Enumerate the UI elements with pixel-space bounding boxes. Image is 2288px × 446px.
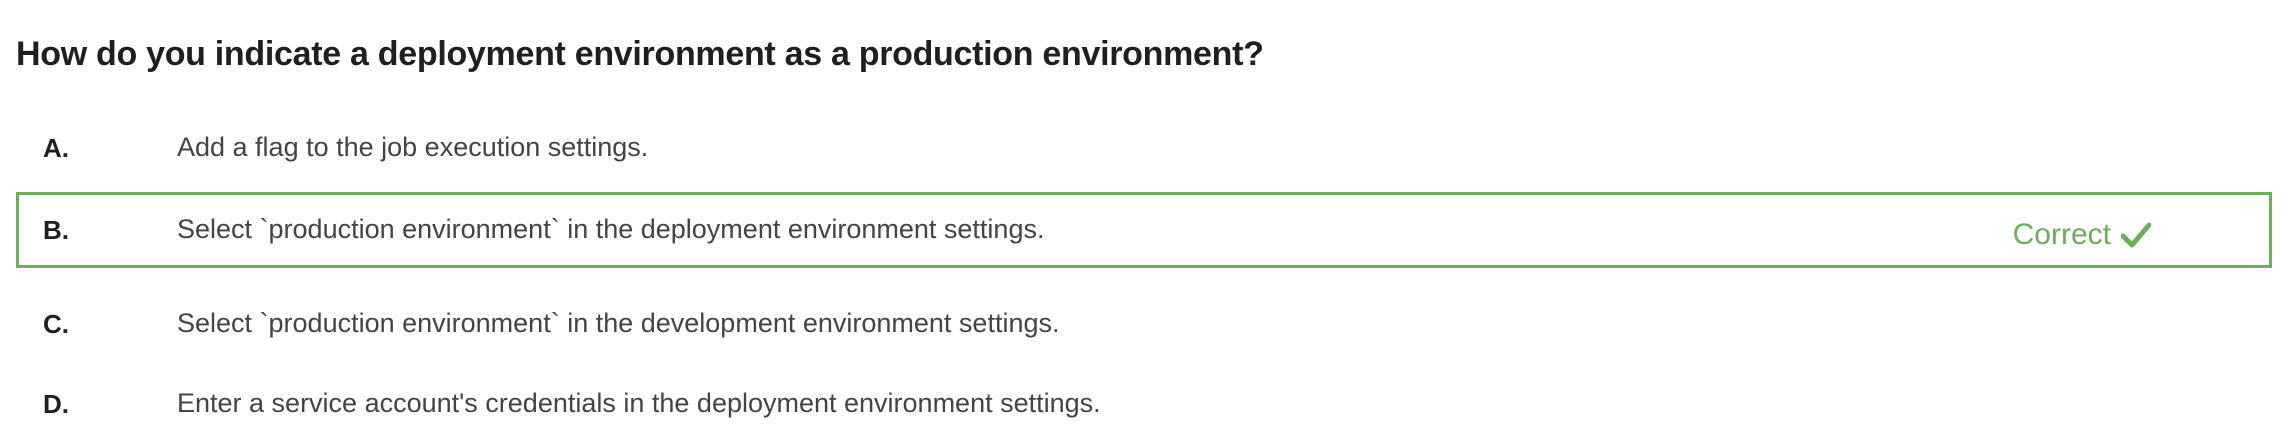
checkmark-icon [2121,222,2151,248]
correct-label: Correct [2012,218,2111,251]
answer-option-c[interactable]: C. Select `production environment` in th… [16,286,2272,362]
question-text: How do you indicate a deployment environ… [16,35,1264,73]
quiz-question-panel: How do you indicate a deployment environ… [0,0,2288,446]
option-letter: C. [43,309,69,339]
option-text: Enter a service account's credentials in… [177,388,1101,418]
answer-option-b[interactable]: B. Select `production environment` in th… [16,192,2272,268]
answer-option-d[interactable]: D. Enter a service account's credentials… [16,366,2272,442]
option-letter: B. [43,215,69,245]
option-letter: D. [43,389,69,419]
option-letter: A. [43,133,69,163]
option-text: Select `production environment` in the d… [177,308,1060,338]
option-text: Select `production environment` in the d… [177,214,1045,244]
answer-option-a[interactable]: A. Add a flag to the job execution setti… [16,110,2272,186]
option-text: Add a flag to the job execution settings… [177,132,649,162]
correct-status: Correct [2013,215,2151,255]
